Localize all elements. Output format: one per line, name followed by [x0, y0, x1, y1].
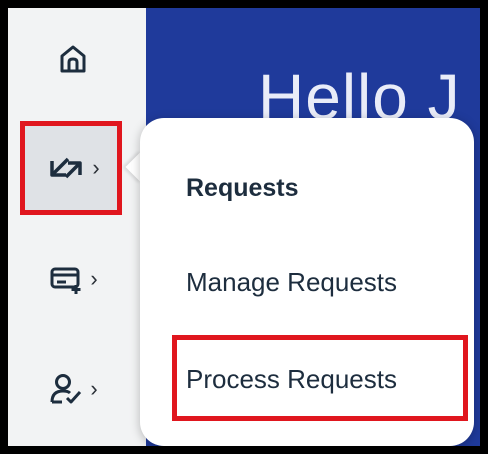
nav-requests[interactable]: ›	[20, 125, 126, 211]
side-navigation: › › ›	[8, 8, 146, 446]
popover-title: Requests	[186, 174, 299, 202]
nav-create[interactable]: ›	[20, 236, 126, 322]
app-frame: Hello J › › › Requests Manage Requests P…	[8, 8, 480, 446]
process-requests-highlight	[172, 335, 468, 421]
create-ticket-icon	[50, 267, 81, 294]
greeting-text: Hello J	[258, 61, 461, 123]
user-check-icon	[50, 374, 82, 404]
nav-home[interactable]	[20, 16, 126, 102]
chevron-right-icon: ›	[90, 266, 98, 291]
welcome-banner: Hello J	[146, 8, 480, 123]
requests-icon	[50, 157, 83, 179]
home-icon	[60, 45, 86, 73]
menu-item-manage-requests[interactable]: Manage Requests	[186, 267, 397, 298]
nav-user[interactable]: ›	[20, 346, 126, 432]
chevron-right-icon: ›	[90, 376, 98, 401]
chevron-right-icon: ›	[92, 155, 100, 180]
